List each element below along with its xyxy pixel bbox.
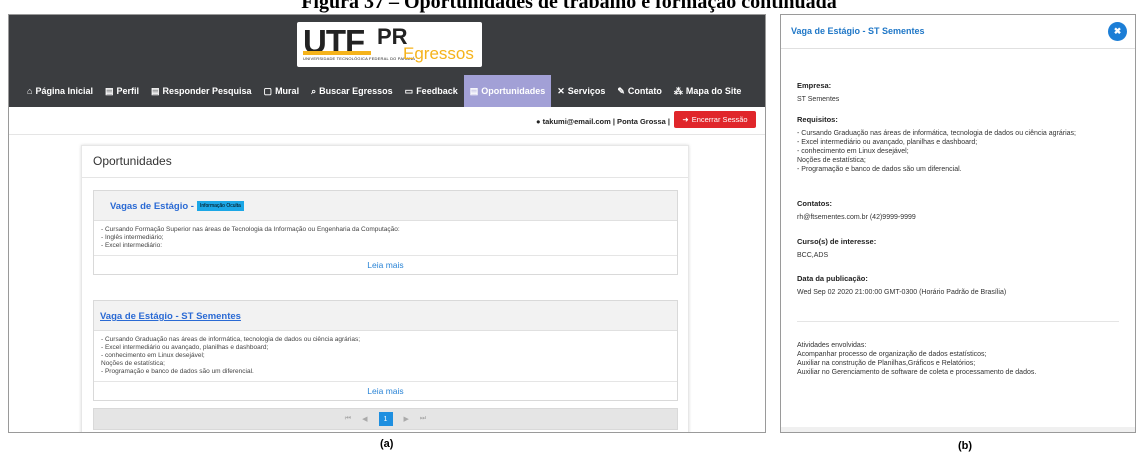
screenshot-a: UTF UNIVERSIDADE TECNOLÓGICA FEDERAL DO … (8, 14, 766, 433)
logo-subtitle: UNIVERSIDADE TECNOLÓGICA FEDERAL DO PARA… (303, 56, 416, 61)
panel-label-a: (a) (380, 438, 394, 450)
job-title-link[interactable]: Vaga de Estágio - ST Sementes (100, 311, 241, 322)
prev-page-icon[interactable]: ◀ (362, 415, 367, 423)
company-section: Empresa: ST Sementes (797, 81, 840, 103)
user-icon: ● (536, 117, 541, 126)
nav-item-mural[interactable]: ▢ Mural (258, 75, 306, 107)
main-navbar: ⌂ Página Inicial ▤ Perfil ▤ Responder Pesqu… (9, 75, 765, 107)
last-page-icon[interactable]: ⏭ (420, 415, 426, 423)
search-icon: ⌕ (311, 85, 317, 96)
nav-item-feedback[interactable]: ▭ Feedback (399, 75, 464, 107)
job-title-link[interactable]: Vagas de Estágio - Informação Oculta (110, 201, 244, 212)
clipboard-icon: ▢ (263, 85, 273, 96)
logo-bar (303, 51, 371, 55)
sign-out-icon: ➜ (682, 115, 689, 124)
requirements-section: Requisitos: - Cursando Graduação nas áre… (797, 115, 1076, 173)
job-item: Vaga de Estágio - ST Sementes - Cursando… (93, 300, 678, 401)
logout-button[interactable]: ➜ Encerrar Sessão (674, 111, 756, 128)
modal-title: Vaga de Estágio - ST Sementes (791, 26, 925, 36)
close-icon[interactable]: ✖ (1108, 22, 1127, 41)
edit-icon: ✎ (617, 85, 625, 96)
activities-section: Atividades envolvidas: Acompanhar proces… (797, 342, 1037, 376)
job-description: - Cursando Formação Superior nas áreas d… (101, 226, 400, 249)
opportunities-card: Oportunidades Vagas de Estágio - Informaç… (81, 145, 689, 432)
page-title: Oportunidades (93, 154, 172, 168)
job-header: Vaga de Estágio - ST Sementes (94, 301, 677, 331)
nav-item-perfil[interactable]: ▤ Perfil (99, 75, 145, 107)
read-more-link[interactable]: Leia mais (94, 255, 677, 274)
first-page-icon[interactable]: ⏮ (345, 415, 351, 423)
divider (82, 177, 688, 178)
modal-header: Vaga de Estágio - ST Sementes ✖ (781, 15, 1135, 49)
hidden-info-badge: Informação Oculta (196, 201, 244, 211)
contacts-section: Contatos: rh@ftsementes.com.br (42)9999-… (797, 199, 916, 221)
current-page-button[interactable]: 1 (378, 412, 393, 426)
comment-icon: ▭ (404, 85, 414, 96)
job-item: Vagas de Estágio - Informação Oculta - Cu… (93, 190, 678, 275)
figure-caption: Figura 37 – Oportunidades de trabalho e … (301, 0, 837, 13)
pagination: ⏮ ◀ 1 ▶ ⏭ (93, 408, 678, 430)
read-more-link[interactable]: Leia mais (94, 381, 677, 400)
header-banner: UTF UNIVERSIDADE TECNOLÓGICA FEDERAL DO … (9, 15, 765, 75)
newspaper-icon: ▤ (469, 85, 479, 96)
nav-item-pagina-inicial[interactable]: ⌂ Página Inicial (21, 75, 99, 107)
panel-label-b: (b) (958, 440, 973, 452)
nav-item-servicos[interactable]: ✕ Serviços (551, 75, 611, 107)
next-page-icon[interactable]: ▶ (404, 415, 409, 423)
utfpr-egressos-logo[interactable]: UTF UNIVERSIDADE TECNOLÓGICA FEDERAL DO … (297, 22, 482, 67)
id-card-icon: ▤ (151, 85, 160, 96)
home-icon: ⌂ (27, 86, 33, 96)
sitemap-icon: ⁂ (673, 85, 683, 96)
courses-section: Curso(s) de interesse: BCC,ADS (797, 237, 877, 259)
tools-icon: ✕ (557, 85, 565, 96)
divider (797, 321, 1119, 322)
publication-date-section: Data da publicação: Wed Sep 02 2020 21:0… (797, 274, 1007, 296)
nav-item-responder-pesquisa[interactable]: ▤ Responder Pesquisa (145, 75, 258, 107)
nav-item-mapa-do-site[interactable]: ⁂ Mapa do Site (668, 75, 748, 107)
figure-canvas: Figura 37 – Oportunidades de trabalho e … (0, 0, 1138, 454)
id-card-icon: ▤ (104, 85, 114, 96)
user-info: ● takumi@email.com | Ponta Grossa | (536, 117, 671, 126)
nav-item-oportunidades[interactable]: ▤ Oportunidades (463, 75, 552, 107)
nav-item-contato[interactable]: ✎ Contato (611, 75, 668, 107)
horizontal-scrollbar[interactable] (781, 427, 1135, 432)
job-description: - Cursando Graduação nas áreas de inform… (101, 336, 361, 375)
logo-egressos-text: Egressos (403, 44, 474, 63)
job-header: Vagas de Estágio - Informação Oculta (94, 191, 677, 221)
nav-item-buscar-egressos[interactable]: ⌕ Buscar Egressos (305, 75, 399, 107)
screenshot-b: Vaga de Estágio - ST Sementes ✖ Empresa:… (780, 14, 1136, 433)
user-bar: ● takumi@email.com | Ponta Grossa | ➜ Enc… (9, 107, 765, 135)
